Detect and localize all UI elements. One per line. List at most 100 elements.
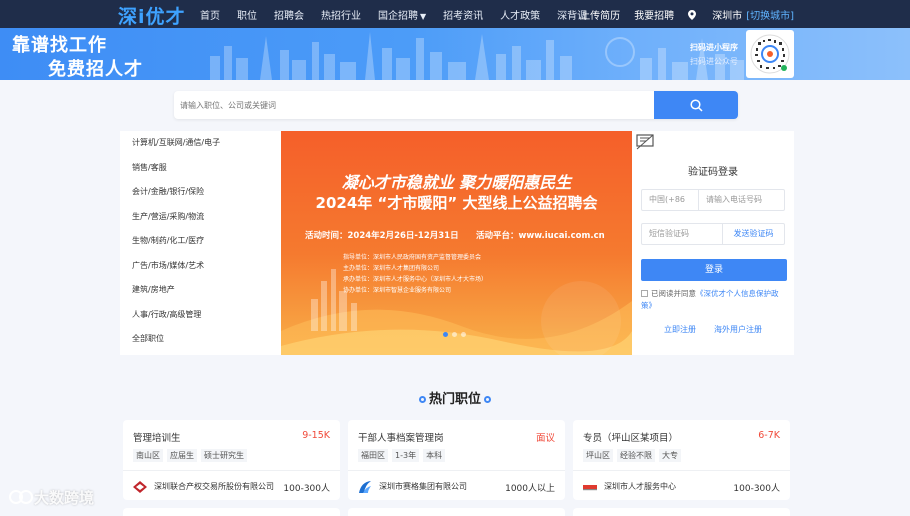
login-links: 立即注册 海外用户注册: [632, 324, 794, 335]
job-title: 专员（坪山区某项目）: [583, 433, 679, 444]
job-title: 干部人事档案管理岗: [358, 433, 444, 444]
job-card-partial[interactable]: [123, 508, 340, 516]
login-panel: 验证码登录 中国(+86 请输入电话号码 短信验证码 发送验证码 登录 已阅读并…: [632, 131, 794, 355]
job-tags: 坪山区 经验不限 大专: [583, 449, 681, 462]
watermark: 大数跨境: [8, 487, 94, 508]
job-card[interactable]: 干部人事档案管理岗 面议 福田区 1-3年 本科 深圳市赛格集团有限公司 100…: [348, 420, 565, 500]
site-logo[interactable]: 深i优才: [118, 2, 186, 29]
circle-deco-icon: [484, 396, 491, 403]
company-name[interactable]: 深圳市人才服务中心: [604, 481, 676, 492]
category-item[interactable]: 会计/金融/银行/保险: [120, 180, 281, 205]
category-item[interactable]: 生产/营运/采购/物流: [120, 205, 281, 230]
company-name[interactable]: 深圳市赛格集团有限公司: [379, 481, 467, 492]
switch-city-link[interactable]: [切换城市]: [746, 11, 794, 22]
switch-login-mode-icon[interactable]: [636, 134, 654, 150]
company-logo-icon: [583, 485, 597, 491]
main-nav: 首页 职位 招聘会 热招行业 国企招聘 ▼ 招考资讯 人才政策 深背调: [200, 0, 604, 28]
nav-item-job-fair[interactable]: 招聘会: [274, 7, 304, 22]
job-tag: 福田区: [358, 449, 388, 462]
company-size: 100-300人: [283, 484, 330, 494]
company-size: 1000人以上: [505, 484, 555, 494]
hero-organizer: 承办单位：深圳市人才服务中心（深圳市人才大市场）: [343, 276, 488, 283]
nav-item-talent-policy[interactable]: 人才政策: [500, 7, 540, 22]
top-banner: 靠谱找工作 免费招人才 扫码进小程序 扫码进公众号: [0, 28, 910, 80]
hero-event-platform: 活动平台：www.iucai.com.cn: [476, 231, 605, 241]
search-button[interactable]: [654, 91, 738, 119]
hero-carousel[interactable]: 凝心才市稳就业 聚力暖阳惠民生 2024年 “才市暖阳” 大型线上公益招聘会 活…: [281, 131, 632, 355]
search-input[interactable]: [174, 91, 654, 119]
hero-organizer: 指导单位：深圳市人民政府国有资产监督管理委员会: [343, 254, 482, 261]
want-hire-link[interactable]: 我要招聘: [634, 7, 674, 22]
job-tag: 经验不限: [617, 449, 655, 462]
agree-checkbox[interactable]: [641, 290, 648, 297]
login-button[interactable]: 登录: [641, 259, 787, 281]
job-tag: 硕士研究生: [201, 449, 247, 462]
city-selector[interactable]: 深圳市 [切换城市]: [688, 7, 794, 22]
category-menu: 计算机/互联网/通信/电子 销售/客服 会计/金融/银行/保险 生产/营运/采购…: [120, 131, 281, 355]
category-item[interactable]: 计算机/互联网/通信/电子: [120, 131, 281, 156]
next-row-cards: [120, 508, 795, 516]
nav-right: 上传简历 我要招聘 深圳市 [切换城市]: [566, 0, 794, 28]
register-link[interactable]: 立即注册: [664, 324, 696, 335]
job-card[interactable]: 管理培训生 9-15K 南山区 应届生 硕士研究生 深圳联合产权交易所股份有限公…: [123, 420, 340, 500]
job-tags: 南山区 应届生 硕士研究生: [133, 449, 247, 462]
qr-title: 扫码进小程序: [690, 43, 738, 52]
hero-title-line1: 凝心才市稳就业 聚力暖阳惠民生: [341, 173, 572, 192]
qr-code-image: [746, 30, 794, 78]
company-logo-icon: [133, 481, 147, 493]
login-title: 验证码登录: [688, 167, 738, 178]
category-item[interactable]: 生物/制药/化工/医疗: [120, 229, 281, 254]
hero-organizer: 协办单位：深圳市智慧企业服务有限公司: [343, 287, 452, 294]
category-item[interactable]: 广告/市场/媒体/艺术: [120, 254, 281, 279]
circle-deco-icon: [418, 396, 426, 403]
carousel-indicators: [443, 332, 466, 337]
category-item-all[interactable]: 全部职位: [120, 327, 281, 352]
sms-code-input[interactable]: 短信验证码: [649, 224, 689, 244]
job-salary: 9-15K: [302, 430, 330, 441]
job-card-partial[interactable]: [348, 508, 565, 516]
divider: [573, 470, 790, 471]
job-card-partial[interactable]: [573, 508, 790, 516]
country-code-select[interactable]: 中国(+86: [642, 190, 699, 210]
category-item[interactable]: 建筑/房地产: [120, 278, 281, 303]
city-skyline-illustration: [210, 32, 744, 80]
caret-down-icon: ▼: [420, 11, 427, 21]
send-code-button[interactable]: 发送验证码: [722, 224, 784, 244]
job-tag: 1-3年: [392, 449, 420, 462]
job-tags: 福田区 1-3年 本科: [358, 449, 446, 462]
nav-item-hot-industries[interactable]: 热招行业: [321, 7, 361, 22]
watermark-logo-icon: [9, 490, 33, 504]
search-icon: [689, 98, 703, 112]
carousel-dot[interactable]: [452, 332, 457, 337]
carousel-dot[interactable]: [461, 332, 466, 337]
search-bar: [174, 91, 738, 119]
privacy-agreement: 已阅读并同意《深优才个人信息保护政策》: [641, 289, 779, 310]
job-tag: 南山区: [133, 449, 163, 462]
job-card[interactable]: 专员（坪山区某项目） 6-7K 坪山区 经验不限 大专 深圳市人才服务中心 10…: [573, 420, 790, 500]
top-nav: 深i优才 首页 职位 招聘会 热招行业 国企招聘 ▼ 招考资讯 人才政策 深背调 …: [0, 0, 910, 28]
job-tag: 大专: [659, 449, 681, 462]
nav-item-exam-news[interactable]: 招考资讯: [443, 7, 483, 22]
phone-input[interactable]: 请输入电话号码: [706, 190, 762, 210]
category-item[interactable]: 销售/客服: [120, 156, 281, 181]
job-salary: 6-7K: [758, 430, 780, 441]
qr-code-icon: [750, 34, 790, 74]
overseas-register-link[interactable]: 海外用户注册: [714, 324, 762, 335]
code-row: 短信验证码 发送验证码: [641, 223, 785, 245]
nav-item-home[interactable]: 首页: [200, 7, 220, 22]
job-title: 管理培训生: [133, 433, 181, 444]
carousel-dot[interactable]: [443, 332, 448, 337]
job-tag: 坪山区: [583, 449, 613, 462]
nav-item-soe-recruitment[interactable]: 国企招聘 ▼: [378, 7, 426, 22]
company-name[interactable]: 深圳联合产权交易所股份有限公司: [154, 481, 274, 492]
hero-event-time: 活动时间：2024年2月26日-12月31日: [305, 231, 459, 241]
hot-jobs-heading: 热门职位: [0, 388, 910, 407]
upload-resume-link[interactable]: 上传简历: [580, 7, 620, 22]
hero-title-line2: 2024年 “才市暖阳” 大型线上公益招聘会: [315, 194, 598, 212]
hero-organizer: 主办单位：深圳市人才集团有限公司: [343, 265, 440, 272]
banner-slogan-line1: 靠谱找工作: [12, 35, 107, 56]
company-size: 100-300人: [733, 484, 780, 494]
category-item[interactable]: 人事/行政/高级管理: [120, 303, 281, 328]
banner-slogan-line2: 免费招人才: [48, 59, 143, 80]
nav-item-jobs[interactable]: 职位: [237, 7, 257, 22]
